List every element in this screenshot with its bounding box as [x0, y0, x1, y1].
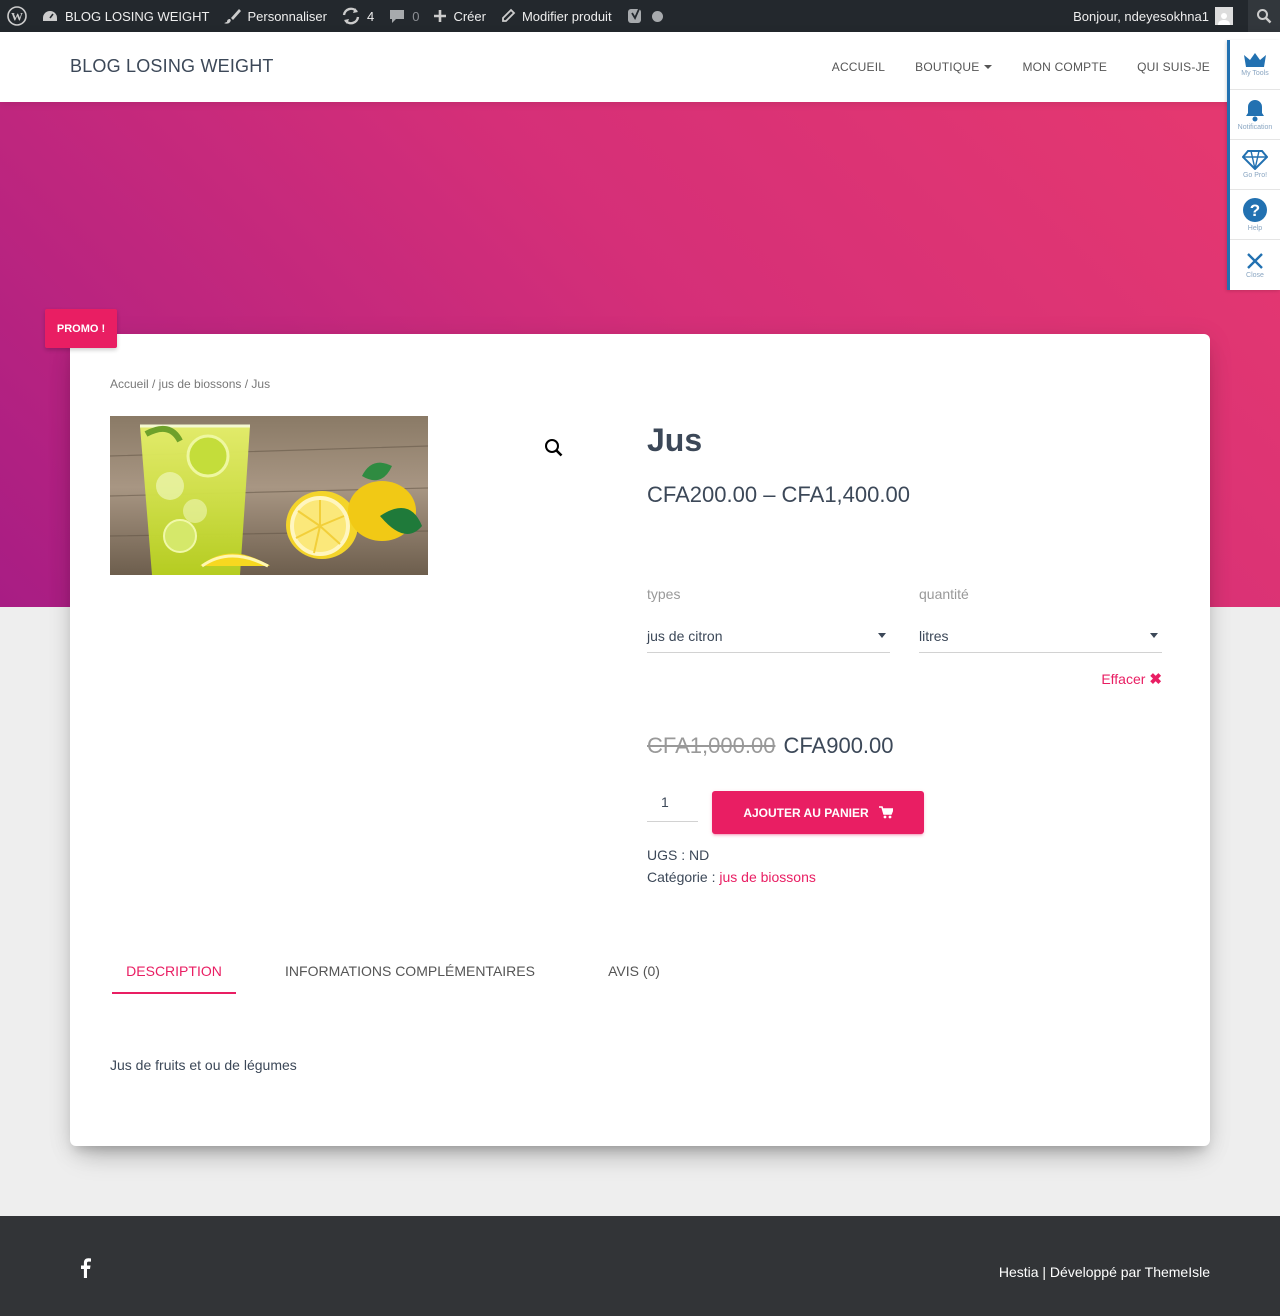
svg-text:?: ?: [1250, 201, 1260, 220]
tool-help-label: Help: [1247, 225, 1263, 232]
admin-comments-count: 0: [412, 8, 420, 24]
site-footer: Hestia | Développé par ThemeIsle: [0, 1216, 1280, 1316]
admin-seo[interactable]: [619, 0, 670, 32]
pencil-icon: [502, 8, 516, 22]
old-price: CFA1,000.00: [647, 733, 776, 758]
sku-label: UGS :: [647, 847, 686, 863]
yoast-icon: [627, 8, 641, 23]
admin-updates[interactable]: 4: [334, 0, 381, 32]
add-to-cart-label: AJOUTER AU PANIER: [743, 805, 869, 820]
crown-icon: [1244, 53, 1266, 67]
admin-customize[interactable]: Personnaliser: [216, 0, 334, 32]
tool-go-pro[interactable]: Go Pro!: [1230, 140, 1280, 190]
footer-credit: Hestia | Développé par ThemeIsle: [999, 1264, 1210, 1280]
quantity-attr-select[interactable]: litres: [919, 619, 1162, 653]
nav-item-shop-label: BOUTIQUE: [915, 60, 980, 74]
brush-icon: [224, 9, 242, 24]
sku-line: UGS : ND: [647, 847, 709, 863]
promo-badge: PROMO !: [45, 309, 117, 348]
admin-new[interactable]: Créer: [426, 0, 493, 32]
caret-down-icon: [984, 65, 993, 69]
dashboard-icon: [43, 11, 57, 21]
admin-comments[interactable]: 0: [381, 0, 426, 32]
types-label: types: [647, 586, 681, 602]
close-icon: [1247, 252, 1263, 269]
sku-value: ND: [689, 847, 710, 863]
admin-updates-count: 4: [366, 8, 375, 24]
quantity-input[interactable]: 1: [647, 794, 698, 822]
variation-price: CFA1,000.00 CFA900.00: [647, 733, 894, 759]
admin-greeting: Bonjour, ndeyesokhna1: [1073, 8, 1209, 24]
tab-description[interactable]: DESCRIPTION: [112, 946, 236, 994]
admin-new-label: Créer: [453, 8, 486, 24]
tool-go-pro-label: Go Pro!: [1242, 172, 1268, 179]
admin-site-name-label: BLOG LOSING WEIGHT: [65, 8, 210, 24]
bell-icon: [1246, 100, 1264, 122]
plus-icon: [434, 10, 447, 22]
chevron-down-icon: [1150, 633, 1158, 638]
site-brand[interactable]: BLOG LOSING WEIGHT: [70, 56, 274, 77]
tool-close[interactable]: Close: [1230, 240, 1280, 290]
tool-help[interactable]: ? Help: [1230, 190, 1280, 240]
product-image[interactable]: [110, 416, 428, 575]
price-range: CFA200.00 – CFA1,400.00: [647, 482, 910, 507]
category-link[interactable]: jus de biossons: [719, 869, 816, 885]
tool-my-tools-label: My Tools: [1241, 70, 1269, 77]
tool-close-label: Close: [1246, 271, 1264, 279]
clear-selection-link[interactable]: Effacer ✖: [1101, 670, 1162, 688]
admin-site-name[interactable]: BLOG LOSING WEIGHT: [34, 0, 216, 32]
nav-item-shop[interactable]: BOUTIQUE: [915, 60, 993, 74]
nav-item-about[interactable]: QUI SUIS-JE: [1137, 60, 1210, 74]
types-select-value: jus de citron: [647, 627, 723, 644]
seo-status-dot: [651, 10, 663, 22]
tool-notification-label: Notification: [1237, 124, 1273, 131]
chevron-down-icon: [878, 633, 886, 638]
admin-bar: W BLOG LOSING WEIGHT Personnaliser 4 0 C…: [0, 0, 1280, 32]
admin-edit-product-label: Modifier produit: [521, 8, 612, 24]
category-label: Catégorie :: [647, 869, 716, 885]
quantity-attr-label: quantité: [919, 586, 969, 602]
tools-panel: My Tools Notification Go Pro! ? Help Clo…: [1227, 40, 1280, 290]
footer-credit-theme: Hestia | Développé par: [998, 1264, 1141, 1280]
nav-item-home[interactable]: ACCUEIL: [832, 60, 885, 74]
quantity-attr-select-value: litres: [919, 627, 949, 644]
main-nav: ACCUEIL BOUTIQUE MON COMPTE QUI SUIS-JE: [802, 32, 1210, 102]
wordpress-logo-icon[interactable]: W: [0, 0, 34, 32]
close-icon: ✖: [1149, 671, 1162, 688]
product-title: Jus: [647, 422, 703, 458]
description-text: Jus de fruits et ou de légumes: [110, 1057, 297, 1073]
help-icon: ?: [1243, 198, 1267, 222]
site-header: BLOG LOSING WEIGHT ACCUEIL BOUTIQUE MON …: [0, 32, 1280, 102]
zoom-icon[interactable]: [544, 438, 564, 458]
clear-selection-label: Effacer: [1101, 671, 1146, 687]
admin-account[interactable]: Bonjour, ndeyesokhna1: [1066, 0, 1240, 32]
comment-icon: [390, 10, 405, 23]
tool-my-tools[interactable]: My Tools: [1230, 40, 1280, 90]
cart-icon: [878, 806, 893, 819]
tab-additional-info[interactable]: INFORMATIONS COMPLÉMENTAIRES: [284, 946, 536, 994]
admin-customize-label: Personnaliser: [247, 8, 327, 24]
diamond-icon: [1242, 150, 1268, 170]
category-line: Catégorie : jus de biossons: [647, 869, 816, 885]
footer-credit-link[interactable]: ThemeIsle: [1145, 1264, 1210, 1280]
product-card: Accueil / jus de biossons / Jus Jus CFA2…: [70, 334, 1210, 1146]
facebook-icon[interactable]: [78, 1258, 92, 1278]
add-to-cart-button[interactable]: AJOUTER AU PANIER: [712, 791, 924, 834]
avatar: [1215, 7, 1233, 25]
sale-price: CFA900.00: [783, 733, 894, 758]
svg-text:W: W: [11, 10, 23, 24]
updates-icon: [342, 7, 360, 25]
product-tabs: DESCRIPTION INFORMATIONS COMPLÉMENTAIRES…: [110, 946, 810, 994]
admin-edit-product[interactable]: Modifier produit: [493, 0, 619, 32]
tool-notification[interactable]: Notification: [1230, 90, 1280, 140]
nav-item-account[interactable]: MON COMPTE: [1022, 60, 1107, 74]
breadcrumb[interactable]: Accueil / jus de biossons / Jus: [110, 377, 270, 391]
types-select[interactable]: jus de citron: [647, 619, 890, 653]
tab-reviews[interactable]: AVIS (0): [604, 946, 664, 994]
admin-search-icon[interactable]: [1248, 0, 1280, 32]
